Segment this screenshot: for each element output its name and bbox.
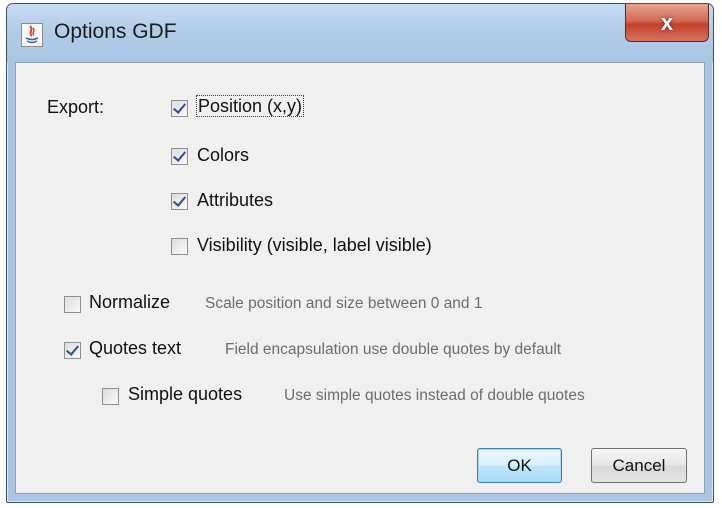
simple-quotes-checkbox[interactable] [102, 388, 119, 405]
attributes-checkbox[interactable] [171, 193, 188, 210]
attributes-label[interactable]: Attributes [197, 190, 273, 211]
quotes-text-description: Field encapsulation use double quotes by… [225, 341, 562, 358]
colors-checkbox[interactable] [171, 148, 188, 165]
quotes-text-label[interactable]: Quotes text [89, 338, 181, 359]
java-icon [21, 23, 43, 47]
export-label: Export: [47, 97, 105, 117]
normalize-description: Scale position and size between 0 and 1 [205, 295, 483, 312]
ok-button[interactable]: OK [477, 448, 562, 483]
visibility-label[interactable]: Visibility (visible, label visible) [197, 235, 432, 256]
simple-quotes-label[interactable]: Simple quotes [128, 384, 242, 405]
cancel-button[interactable]: Cancel [591, 448, 687, 483]
colors-label[interactable]: Colors [197, 145, 249, 166]
close-icon: x [660, 9, 674, 35]
close-button[interactable]: x [625, 4, 709, 42]
title-bar[interactable]: Options GDF x [7, 4, 713, 62]
normalize-checkbox[interactable] [64, 296, 81, 313]
simple-quotes-description: Use simple quotes instead of double quot… [284, 387, 585, 404]
quotes-text-checkbox[interactable] [64, 342, 81, 359]
position-label[interactable]: Position (x,y) [196, 95, 305, 117]
window-title: Options GDF [54, 20, 177, 43]
dialog-content: Export: Position (x,y) Colors Attributes… [15, 62, 705, 494]
visibility-checkbox[interactable] [171, 238, 188, 255]
dialog-window: Options GDF x Export: Position (x,y) Col… [6, 3, 714, 503]
position-checkbox[interactable] [171, 100, 188, 117]
normalize-label[interactable]: Normalize [89, 292, 170, 313]
